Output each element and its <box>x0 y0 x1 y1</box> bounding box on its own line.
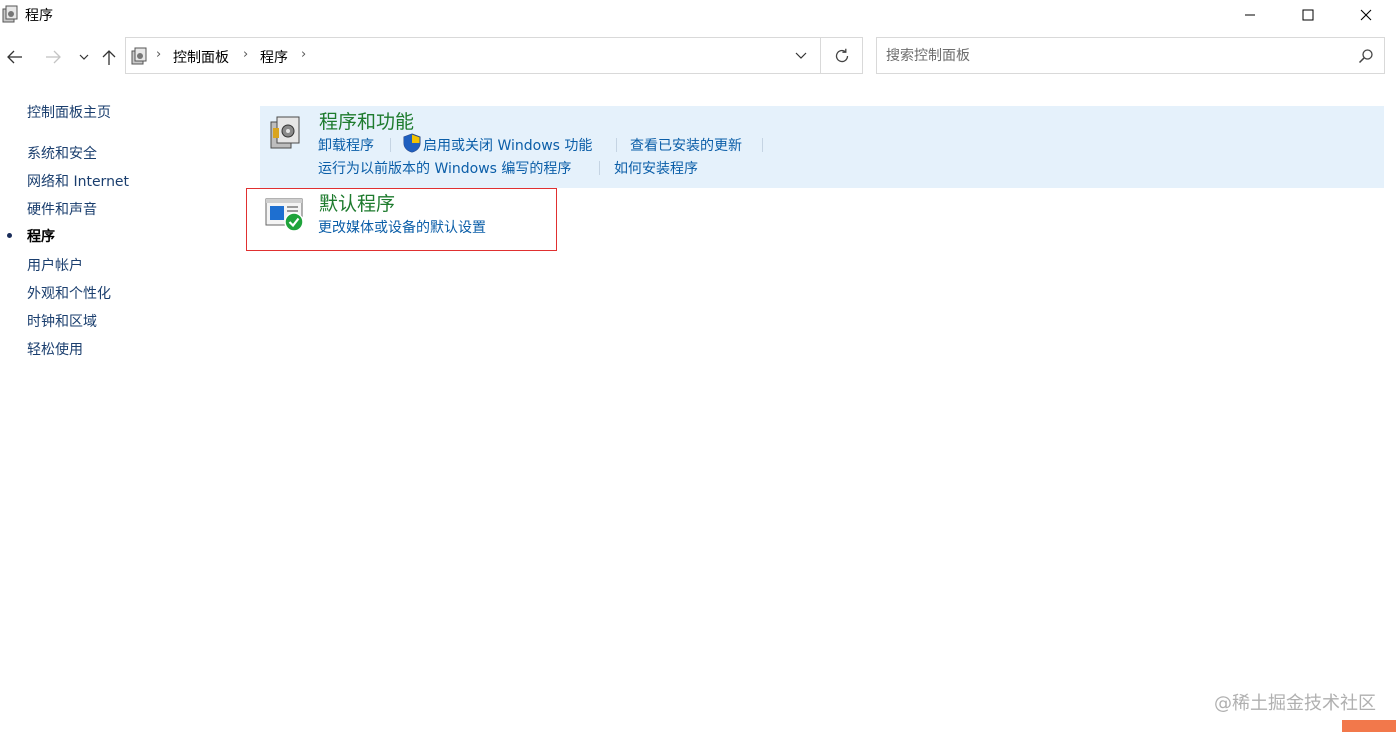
arrow-left-icon <box>7 50 22 64</box>
sidebar-item-control-panel-home[interactable]: 控制面板主页 <box>27 102 111 122</box>
refresh-icon <box>835 48 848 62</box>
search-icon[interactable] <box>1358 48 1374 64</box>
sidebar-item-appearance[interactable]: 外观和个性化 <box>27 283 111 303</box>
link-how-to-install[interactable]: 如何安装程序 <box>614 158 698 178</box>
minimize-button[interactable] <box>1221 0 1279 30</box>
link-separator <box>390 138 391 152</box>
programs-and-features-group: 程序和功能 卸载程序 启用或关闭 Windows 功能 查看已安装的更新 运行为… <box>260 106 1384 188</box>
sidebar-item-clock-region[interactable]: 时钟和区域 <box>27 311 97 331</box>
sidebar-item-hardware-sound[interactable]: 硬件和声音 <box>27 199 97 219</box>
arrow-right-icon <box>46 50 61 64</box>
link-separator <box>762 138 763 152</box>
arrow-up-icon <box>102 50 116 65</box>
group-title-programs-features[interactable]: 程序和功能 <box>319 107 414 134</box>
link-separator <box>616 138 617 152</box>
up-button[interactable] <box>97 44 121 70</box>
link-turn-windows-features[interactable]: 启用或关闭 Windows 功能 <box>423 135 592 155</box>
breadcrumb-programs[interactable]: 程序 <box>260 47 288 67</box>
active-item-bullet <box>7 233 12 238</box>
programs-app-icon <box>2 5 18 23</box>
address-bar[interactable]: › 控制面板 › 程序 › <box>125 37 821 74</box>
default-programs-icon[interactable] <box>265 197 305 233</box>
search-box[interactable] <box>876 37 1385 74</box>
recent-locations-button[interactable] <box>72 44 96 70</box>
search-input[interactable] <box>886 46 1346 66</box>
maximize-button[interactable] <box>1279 0 1337 30</box>
chevron-right-icon[interactable]: › <box>243 47 248 62</box>
sidebar-item-programs[interactable]: 程序 <box>27 226 55 246</box>
refresh-button[interactable] <box>821 37 863 74</box>
chevron-right-icon[interactable]: › <box>301 47 306 62</box>
link-run-older-programs[interactable]: 运行为以前版本的 Windows 编写的程序 <box>318 158 571 178</box>
link-uninstall-program[interactable]: 卸载程序 <box>318 135 374 155</box>
chevron-right-icon[interactable]: › <box>156 47 161 62</box>
sidebar-item-user-accounts[interactable]: 用户帐户 <box>27 255 83 275</box>
uac-shield-icon <box>403 133 421 153</box>
sidebar-item-ease-of-access[interactable]: 轻松使用 <box>27 339 83 359</box>
sidebar-item-system-security[interactable]: 系统和安全 <box>27 143 97 163</box>
programs-and-features-icon[interactable] <box>269 114 301 150</box>
corner-badge <box>1342 720 1396 732</box>
back-button[interactable] <box>3 44 27 70</box>
maximize-icon <box>1302 9 1314 21</box>
link-change-media-defaults[interactable]: 更改媒体或设备的默认设置 <box>318 217 486 237</box>
chevron-down-icon <box>79 54 89 60</box>
chevron-down-icon <box>795 52 807 59</box>
title-bar: 程序 <box>0 0 1396 30</box>
link-view-installed-updates[interactable]: 查看已安装的更新 <box>630 135 742 155</box>
watermark: @稀土掘金技术社区 <box>1214 693 1376 714</box>
close-button[interactable] <box>1337 0 1395 30</box>
control-panel-icon <box>131 47 147 65</box>
minimize-icon <box>1245 14 1255 16</box>
forward-button[interactable] <box>41 44 65 70</box>
close-icon <box>1360 9 1372 21</box>
sidebar-item-network-internet[interactable]: 网络和 Internet <box>27 171 129 191</box>
address-dropdown-button[interactable] <box>789 46 813 66</box>
group-title-default-programs[interactable]: 默认程序 <box>319 189 395 216</box>
breadcrumb-control-panel[interactable]: 控制面板 <box>173 47 229 67</box>
window-title: 程序 <box>25 8 53 24</box>
link-separator <box>599 161 600 175</box>
